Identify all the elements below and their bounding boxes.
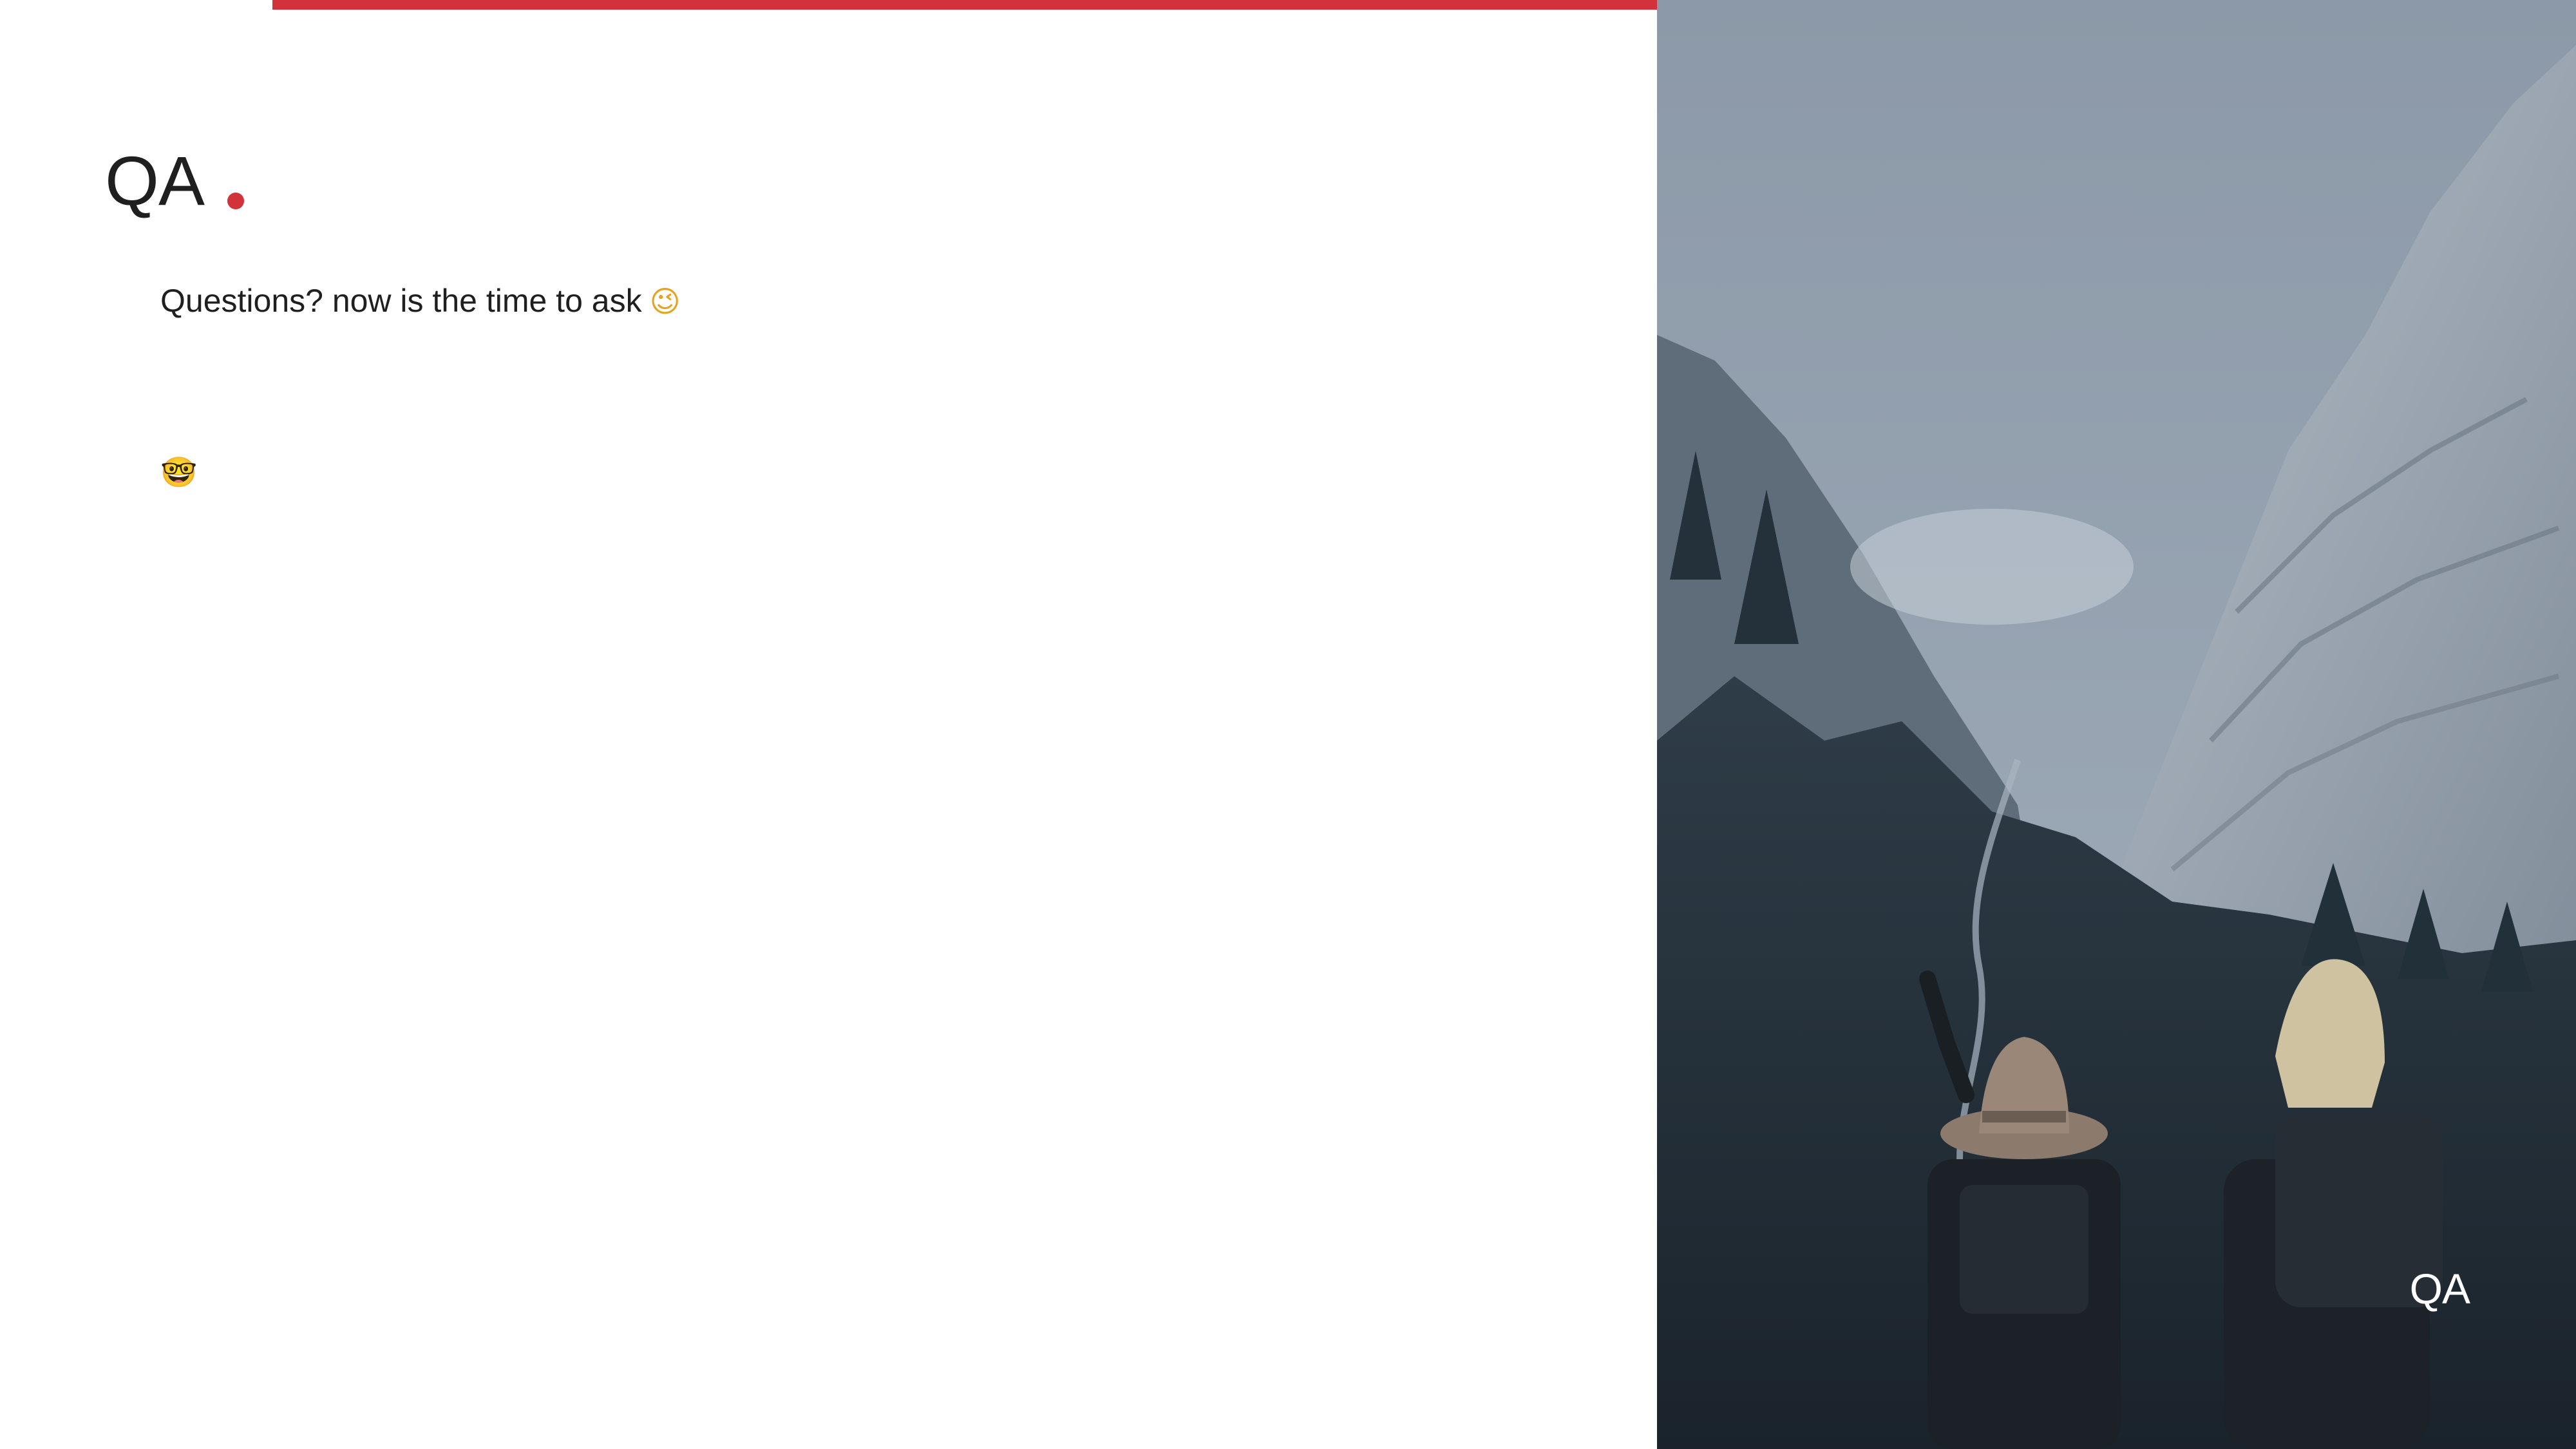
photo-illustration (1657, 0, 2576, 1449)
accent-bar (272, 0, 1657, 10)
body-text-line: Questions? now is the time to ask 😉 (160, 278, 681, 324)
slide-title: QA (105, 142, 205, 220)
nerd-face-icon: 🤓 (160, 455, 198, 489)
winking-face-icon: 😉 (649, 284, 681, 319)
title-row: QA (105, 132, 245, 220)
red-dot-icon (227, 193, 245, 209)
body-text: Questions? now is the time to ask (160, 283, 642, 319)
hikers-mountain-photo: QA (1657, 0, 2576, 1449)
slide: QA Questions? now is the time to ask😉 🤓 (0, 0, 2576, 1449)
photo-caption: QA (2409, 1265, 2470, 1312)
